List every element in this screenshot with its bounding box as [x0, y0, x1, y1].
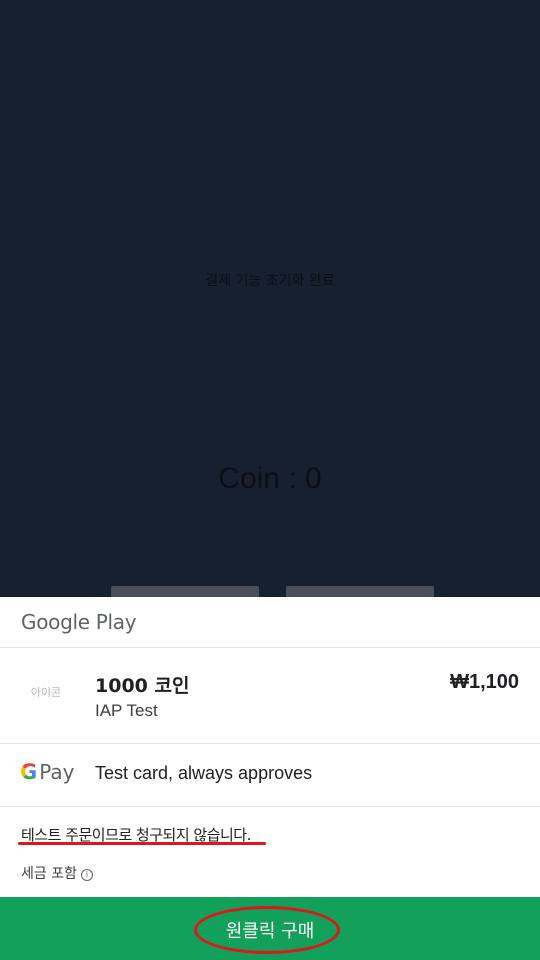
- google-g-icon: G: [20, 760, 38, 784]
- sheet-header: Google Play: [0, 597, 540, 648]
- coin-count-text: Coin : 0: [218, 462, 322, 495]
- tax-included-label[interactable]: 세금 포함 i: [21, 863, 93, 883]
- purchase-sheet: Google Play 아이콘 1000 코인 IAP Test ₩1,100 …: [0, 597, 540, 960]
- pay-wordmark: Pay: [39, 760, 75, 784]
- google-pay-logo-icon: G Pay: [20, 760, 75, 788]
- one-click-buy-button[interactable]: 원클릭 구매: [0, 897, 540, 960]
- product-subtitle: IAP Test: [95, 701, 158, 720]
- payment-method-label: Test card, always approves: [95, 763, 313, 783]
- payment-method-row[interactable]: G Pay Test card, always approves: [0, 744, 540, 807]
- red-circle-annotation: [194, 906, 340, 954]
- product-price: ₩1,100: [450, 671, 519, 693]
- product-row: 아이콘 1000 코인 IAP Test ₩1,100: [0, 648, 540, 744]
- tax-label-text: 세금 포함: [21, 866, 77, 882]
- product-icon: 아이콘: [30, 686, 62, 699]
- google-play-title: Google Play: [21, 610, 137, 634]
- info-icon[interactable]: i: [80, 869, 93, 881]
- red-underline-annotation: [18, 842, 266, 845]
- app-status-text: 결제 기능 초기화 완료: [205, 273, 335, 289]
- product-title: 1000 코인: [95, 675, 190, 697]
